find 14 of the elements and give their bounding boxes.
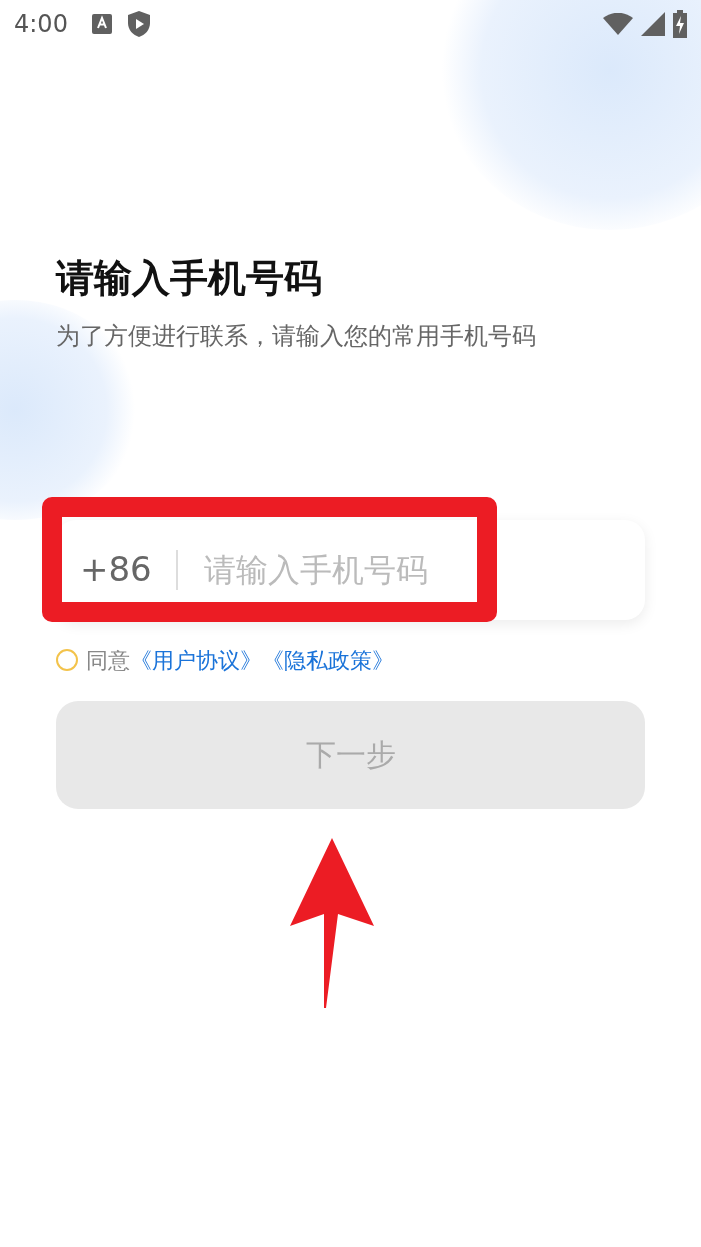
agreement-link[interactable]: 《隐私政策》 [262,643,394,677]
agree-label: 同意 [86,646,130,675]
country-code: +86 [80,548,152,592]
agree-checkbox[interactable] [56,649,78,672]
keyboard-a-icon [91,14,112,34]
signal-icon [641,12,665,36]
subtitle-text: 为了方便进行联系，请输入您的常用手机号码 [56,320,537,352]
wifi-icon [603,13,633,35]
battery-charging-icon [673,10,687,38]
shield-play-icon [127,11,150,37]
phone-number-field[interactable]: 请输入手机号码 [201,544,621,595]
page-title: 请输入手机号码 [56,256,323,302]
clock-time: 4:00 [14,9,68,40]
agreement-link[interactable]: 《用户协议》 [130,643,262,677]
